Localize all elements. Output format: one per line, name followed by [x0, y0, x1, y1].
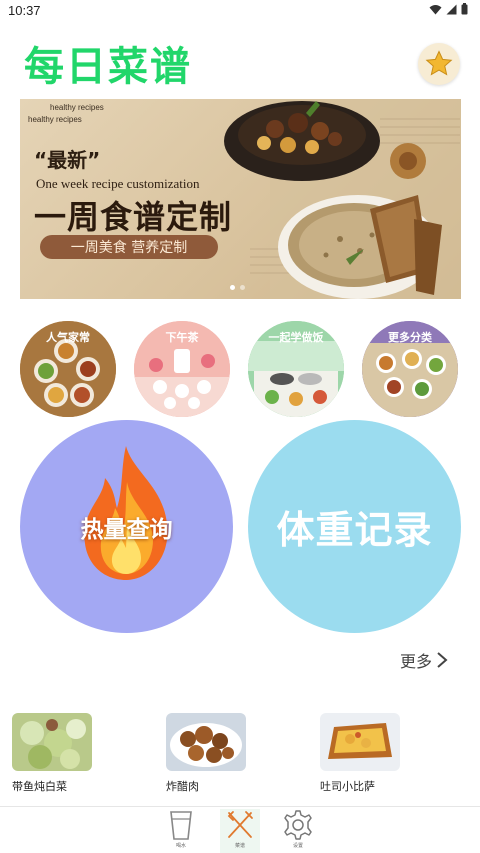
cup-icon [170, 811, 192, 840]
pagination-dot [240, 285, 245, 290]
recipe-image [166, 713, 246, 771]
banner-main-headline: 一周食谱定制 [34, 198, 233, 236]
calorie-query-label: 热量查询 [80, 516, 173, 543]
bottom-nav: 喝水 菜谱 设置 [0, 806, 480, 853]
fork-knife-icon [227, 811, 253, 838]
recipe-name: 炸醋肉 [166, 780, 199, 793]
recipe-name: 吐司小比萨 [320, 780, 375, 793]
gear-icon [284, 810, 312, 840]
recipe-card[interactable]: 炸醋肉 [166, 713, 256, 794]
status-time: 10:37 [8, 3, 41, 18]
more-link[interactable]: 更多 [400, 648, 448, 672]
weight-record-button[interactable]: 体重记录 [248, 420, 461, 633]
nav-label: 菜谱 [234, 843, 245, 849]
category-label: 人气家常 [46, 331, 90, 344]
recipe-card[interactable]: 带鱼炖白菜 [12, 713, 102, 794]
category-popular-home[interactable]: 人气家常 [20, 321, 116, 417]
recipe-image [320, 713, 400, 771]
recipe-card[interactable]: 吐司小比萨 [320, 713, 410, 794]
weight-record-label: 体重记录 [276, 508, 433, 552]
nav-item-water[interactable]: 喝水 [161, 809, 201, 853]
category-more[interactable]: 更多分类 [362, 321, 458, 417]
category-label: 下午茶 [165, 331, 199, 344]
category-label: 一起学做饭 [268, 331, 324, 344]
banner-pill: 一周美食 营养定制 [40, 235, 218, 259]
app-title: 每日菜谱 [24, 44, 192, 90]
nav-item-recipes[interactable]: 菜谱 [220, 809, 260, 853]
battery-icon [461, 3, 468, 15]
nav-label: 设置 [292, 843, 303, 849]
recipe-name: 带鱼炖白菜 [12, 780, 67, 793]
category-afternoon-tea[interactable]: 下午茶 [134, 321, 230, 417]
signal-icon [446, 4, 457, 14]
calorie-query-button[interactable]: 热量查询 [20, 420, 233, 633]
status-bar: 10:37 [0, 0, 480, 22]
favorites-button[interactable] [418, 43, 460, 85]
nav-label: 喝水 [175, 843, 186, 849]
nav-item-settings[interactable]: 设置 [278, 809, 318, 853]
more-label: 更多 [400, 652, 433, 671]
banner-subtitle-2: healthy recipes [28, 115, 82, 124]
chevron-right-icon [437, 652, 448, 668]
category-learn-cooking[interactable]: 一起学做饭 [248, 321, 344, 417]
promo-banner[interactable]: healthy recipes healthy recipes “最新” One… [20, 99, 461, 299]
category-label: 更多分类 [388, 331, 432, 344]
status-icons [429, 3, 468, 15]
recipe-image [12, 713, 92, 771]
banner-subtitle-1: healthy recipes [50, 103, 104, 112]
banner-new-label: “最新” [34, 148, 101, 172]
banner-pagination [230, 285, 245, 290]
wifi-icon [429, 4, 442, 14]
pagination-dot-active [230, 285, 235, 290]
banner-english-headline: One week recipe customization [36, 176, 200, 191]
star-icon [425, 50, 453, 76]
